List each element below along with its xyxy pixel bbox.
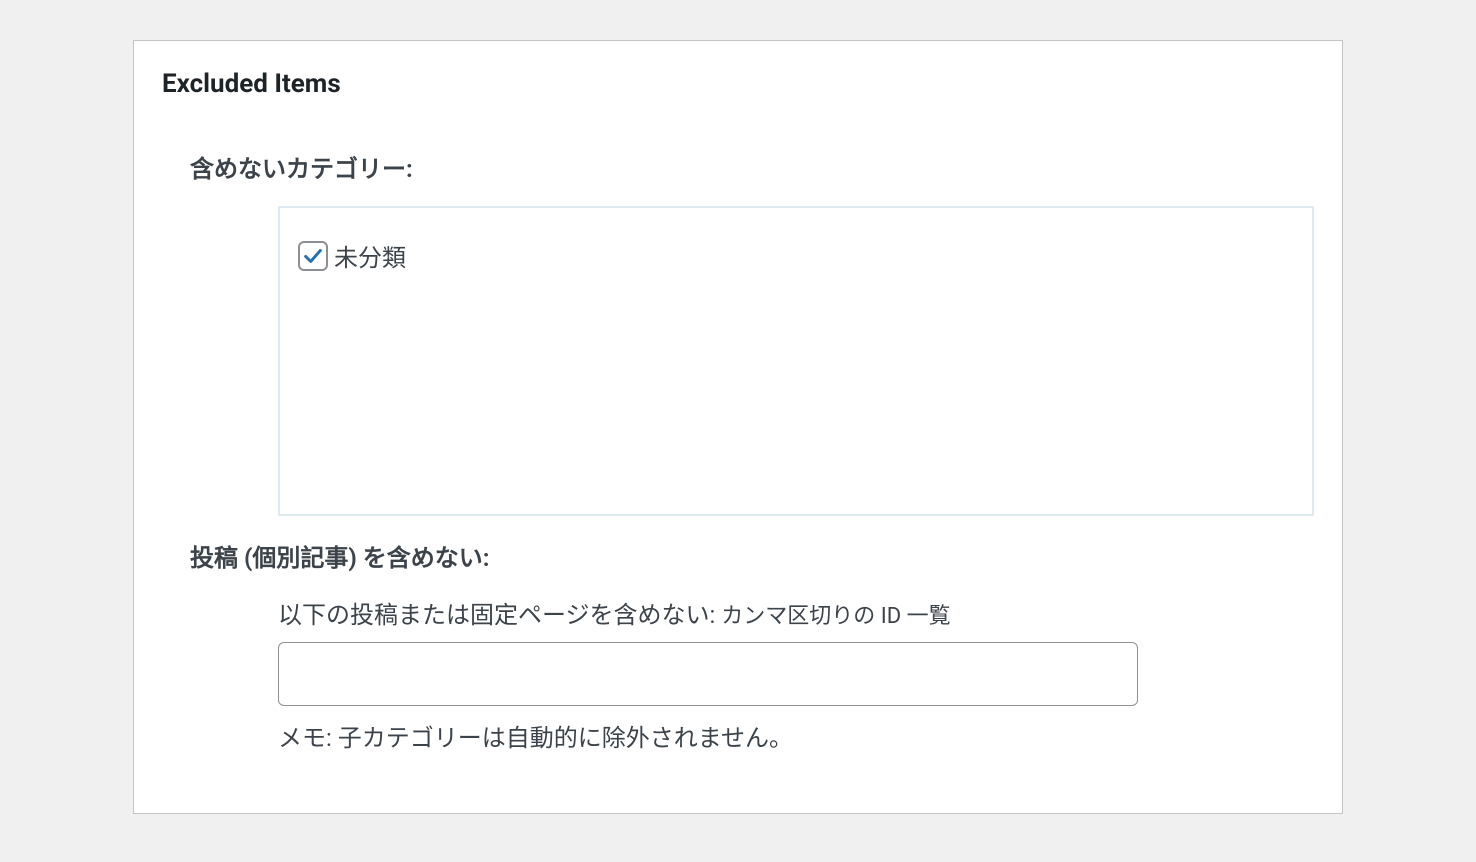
exclude-categories-label: 含めないカテゴリー: (190, 149, 1314, 184)
exclude-posts-sublabel: 以下の投稿または固定ページを含めない: カンマ区切りの ID 一覧 (278, 595, 1314, 630)
category-checkbox[interactable] (298, 241, 328, 271)
exclude-categories-section: 含めないカテゴリー: 未分類 投稿 (個別記事) を含めない: 以下の投稿または… (162, 149, 1314, 753)
category-label: 未分類 (334, 238, 406, 273)
excluded-items-panel: Excluded Items 含めないカテゴリー: 未分類 投稿 (個別記事) … (133, 40, 1343, 814)
panel-title: Excluded Items (162, 69, 1314, 99)
category-item: 未分類 (298, 238, 1294, 273)
exclude-posts-subsection: 以下の投稿または固定ページを含めない: カンマ区切りの ID 一覧 メモ: 子カ… (190, 595, 1314, 753)
exclude-posts-input[interactable] (278, 642, 1138, 706)
exclude-posts-sublabel-text: 以下の投稿または固定ページを含めない: (278, 601, 721, 629)
exclude-posts-note: メモ: 子カテゴリーは自動的に除外されません。 (278, 718, 1314, 753)
exclude-posts-hint: カンマ区切りの ID 一覧 (721, 604, 950, 629)
exclude-posts-label: 投稿 (個別記事) を含めない: (190, 538, 1314, 573)
category-list-box[interactable]: 未分類 (278, 206, 1314, 516)
checkmark-icon (302, 245, 324, 267)
